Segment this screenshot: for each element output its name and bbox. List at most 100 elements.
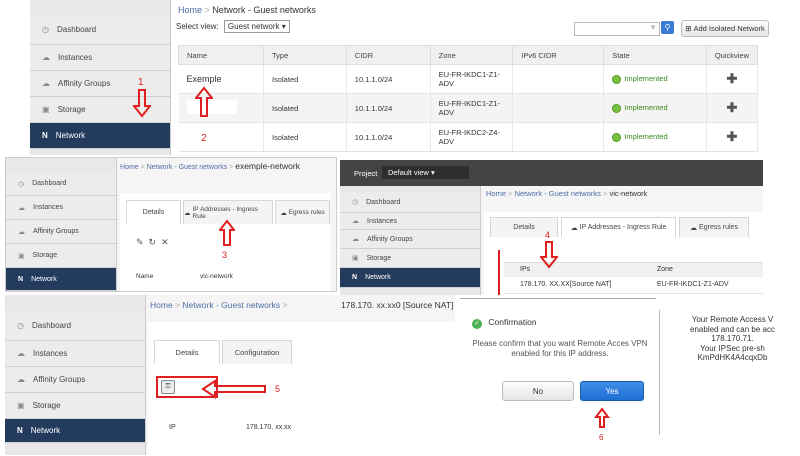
dashboard-icon: ◷ xyxy=(17,321,24,330)
sidebar-item-dashboard[interactable]: ◷ Dashboard xyxy=(6,172,116,196)
vpn-enable-icon[interactable]: ⚿ xyxy=(161,380,175,394)
col-cidr[interactable]: CIDR xyxy=(345,45,431,65)
network-icon: N xyxy=(352,274,358,281)
delete-icon[interactable]: ✕ xyxy=(161,237,174,247)
sidebar-item-storage[interactable]: ▣ Storage xyxy=(5,393,145,419)
sidebar-item-label: Affinity Groups xyxy=(33,228,79,235)
breadcrumb-mid[interactable]: Network - Guest networks xyxy=(515,189,601,198)
cell-quickview[interactable]: ✚ xyxy=(706,93,759,123)
col-type[interactable]: Type xyxy=(263,45,347,65)
sidebar-item-instances[interactable]: ☁ Instances xyxy=(5,341,145,367)
refresh-icon[interactable]: ↻ xyxy=(149,237,162,247)
breadcrumb-sep: > xyxy=(140,164,145,171)
panel-vic-network: Project Default view ▾ ◷ Dashboard ☁ Insta… xyxy=(340,160,763,295)
table-row[interactable]: Isolated 10.1.1.0/24 EU-FR-IKDC2-Z4-ADV … xyxy=(178,122,759,152)
sidebar-item-network[interactable]: N Network xyxy=(6,268,116,291)
cell-zone: EU-FR-IKDC2-Z4-ADV xyxy=(430,122,514,152)
tab-ip-addresses[interactable]: ☁ IP Addresses - Ingress Rule xyxy=(561,217,676,237)
select-view-dropdown[interactable]: Guest network ▾ xyxy=(223,20,290,33)
sidebar-item-affinity[interactable]: ☁ Affinity Groups xyxy=(340,230,480,249)
ip-label: IP xyxy=(169,424,176,431)
project-select[interactable]: Default view ▾ xyxy=(382,166,469,179)
status-dot-icon xyxy=(612,132,622,142)
quickview-plus-icon[interactable]: ✚ xyxy=(726,100,737,115)
sidebar-item-storage[interactable]: ▣ Storage xyxy=(6,244,116,268)
col-quickview[interactable]: Quickview xyxy=(705,45,759,65)
confirm-check-icon: ✓ xyxy=(472,319,482,329)
ip-value: 178.170. xx.xx xyxy=(246,424,291,431)
step-6-label: 6 xyxy=(599,433,604,442)
storage-icon: ▣ xyxy=(17,401,25,410)
cloud-icon: ☁ xyxy=(42,53,50,62)
sidebar-item-dashboard[interactable]: ◷ Dashboard xyxy=(30,15,170,45)
sidebar-item-instances[interactable]: ☁ Instances xyxy=(6,196,116,220)
table-row[interactable]: Exemple Isolated 10.1.1.0/24 EU-FR-IKDC1… xyxy=(178,64,759,94)
add-isolated-network-button[interactable]: ⊞ Add Isolated Network xyxy=(681,20,769,37)
sidebar-item-network[interactable]: N Network xyxy=(5,419,145,443)
no-label: No xyxy=(532,386,544,396)
tab-details[interactable]: Details xyxy=(126,200,181,224)
cell-ip[interactable]: 178.170. XX.XX[Source NAT] xyxy=(520,281,612,288)
quickview-plus-icon[interactable]: ✚ xyxy=(726,71,737,86)
sidebar-item-dashboard[interactable]: ◷ Dashboard xyxy=(340,192,480,213)
breadcrumb-sep: > xyxy=(508,189,513,198)
sidebar-item-affinity[interactable]: ☁ Affinity Groups xyxy=(6,220,116,244)
col-ips[interactable]: IPs xyxy=(520,266,530,273)
cell-quickview[interactable]: ✚ xyxy=(706,64,759,94)
sidebar-item-label: Dashboard xyxy=(31,321,72,330)
sidebar-item-storage[interactable]: ▣ Storage xyxy=(340,249,480,268)
ip-suffix: XX.XX[Source NAT] xyxy=(549,281,612,288)
sidebar-item-instances[interactable]: ☁ Instances xyxy=(30,45,170,71)
dashboard-icon: ◷ xyxy=(42,25,49,34)
table-header: Name Type CIDR Zone IPv6 CIDR State Quic… xyxy=(177,45,759,65)
cell-cidr: 10.1.1.0/24 xyxy=(346,64,431,94)
breadcrumb-home[interactable]: Home xyxy=(150,300,173,310)
breadcrumb-current: vic-network xyxy=(609,189,648,198)
cell-state: Implemented xyxy=(603,64,707,94)
cloud-icon: ☁ xyxy=(17,349,25,358)
storage-icon: ▣ xyxy=(42,105,50,114)
tab-ip-label: IP Addresses - Ingress Rule xyxy=(192,205,258,220)
sidebar-item-network[interactable]: N Network xyxy=(340,268,480,288)
no-button[interactable]: No xyxy=(502,381,574,401)
breadcrumb-home[interactable]: Home xyxy=(178,5,202,15)
tab-details[interactable]: Details xyxy=(154,340,220,364)
sidebar-item-network[interactable]: N Network xyxy=(30,123,170,149)
sidebar-item-instances[interactable]: ☁ Instances xyxy=(340,213,480,230)
search-button[interactable]: ⚲ xyxy=(661,21,674,34)
breadcrumb-mid[interactable]: Network - Guest networks xyxy=(147,164,228,171)
tab-egress[interactable]: ☁ Egress rules xyxy=(275,200,330,224)
ip-prefix: 178.170. xyxy=(520,281,548,288)
affinity-cloud-icon: ☁ xyxy=(17,375,25,384)
col-name[interactable]: Name xyxy=(177,45,265,65)
search-input[interactable]: ▼ xyxy=(574,22,660,36)
table-row[interactable]: 178.170. XX.XX[Source NAT] EU-FR-IKDC1-Z… xyxy=(504,277,763,294)
breadcrumb-home[interactable]: Home xyxy=(486,189,506,198)
col-state[interactable]: State xyxy=(603,45,707,65)
edit-icon[interactable]: ✎ xyxy=(136,237,149,247)
cloud-icon: ☁ xyxy=(280,209,287,217)
yes-button[interactable]: Yes xyxy=(580,381,644,401)
tab-egress[interactable]: ☁ Egress rules xyxy=(679,217,749,237)
sidebar-item-label: Storage xyxy=(366,254,392,262)
sidebar: ◷ Dashboard ☁ Instances ☁ Affinity Groups ▣… xyxy=(5,295,146,455)
vpn-info-line: 178.170.71. xyxy=(711,334,754,343)
table-row[interactable]: Isolated 10.1.1.0/24 EU-FR-IKDC1-Z1-ADV … xyxy=(178,93,759,123)
breadcrumb-mid[interactable]: Network - Guest networks xyxy=(182,300,280,310)
quickview-plus-icon[interactable]: ✚ xyxy=(726,129,737,144)
filter-icon: ▼ xyxy=(649,23,657,32)
col-ipv6[interactable]: IPv6 CIDR xyxy=(512,45,605,65)
col-zone[interactable]: Zone xyxy=(657,266,673,273)
sidebar-item-dashboard[interactable]: ◷ Dashboard xyxy=(5,311,145,341)
tab-configuration[interactable]: Configuration xyxy=(222,340,292,364)
cloud-icon: ☁ xyxy=(18,204,25,212)
col-zone[interactable]: Zone xyxy=(429,45,514,65)
panel-ip-detail: ◷ Dashboard ☁ Instances ☁ Affinity Groups ▣… xyxy=(5,295,455,455)
breadcrumb-home[interactable]: Home xyxy=(120,164,139,171)
cell-quickview[interactable]: ✚ xyxy=(706,122,759,152)
sidebar-item-affinity[interactable]: ☁ Affinity Groups xyxy=(5,367,145,393)
storage-icon: ▣ xyxy=(18,252,25,260)
sidebar: ◷ Dashboard ☁ Instances ☁ Affinity Groups ▣… xyxy=(6,158,117,291)
cloud-icon: ☁ xyxy=(570,224,578,232)
sidebar: ◷ Dashboard ☁ Instances ☁ Affinity Groups ▣… xyxy=(340,186,481,295)
